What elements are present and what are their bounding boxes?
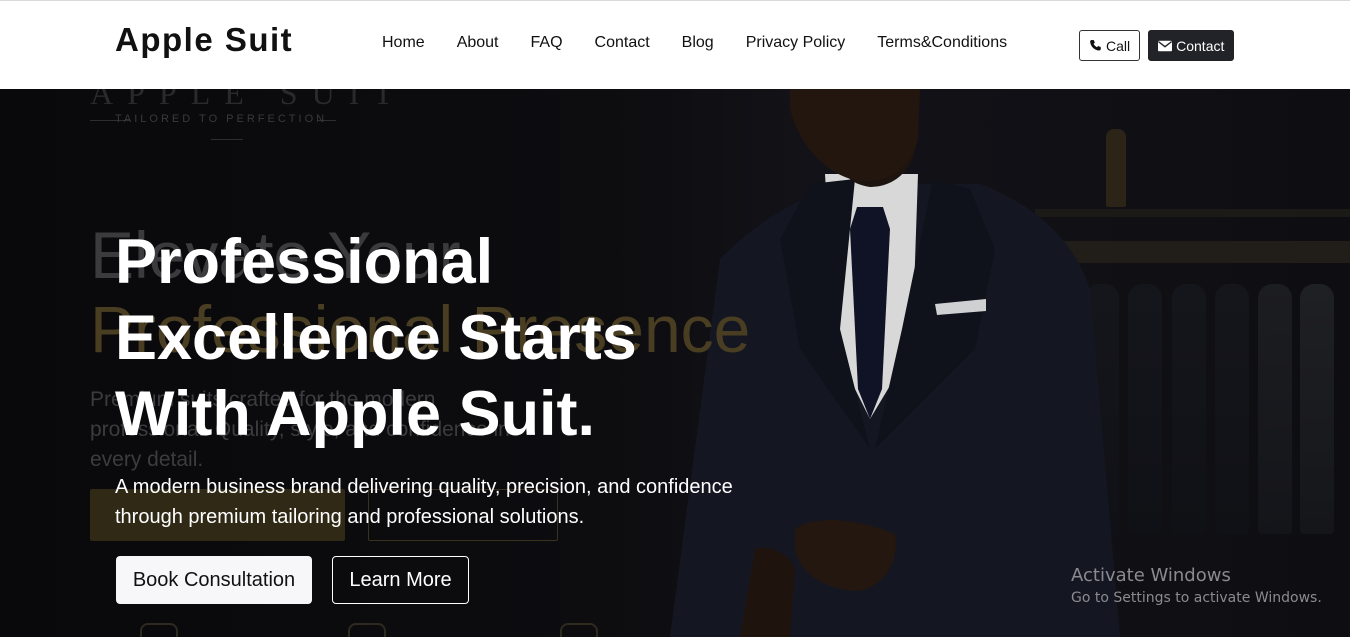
activate-windows-title: Activate Windows <box>1071 565 1231 586</box>
background-badge-icon <box>348 623 386 637</box>
hero-subtitle: A modern business brand delivering quali… <box>115 476 733 528</box>
nav-link-blog[interactable]: Blog <box>682 34 714 52</box>
ghost-divider <box>211 139 243 140</box>
contact-button-label: Contact <box>1176 37 1225 54</box>
call-button-label: Call <box>1106 37 1131 54</box>
nav-link-home[interactable]: Home <box>382 34 425 52</box>
call-button[interactable]: Call <box>1079 30 1141 61</box>
contact-button[interactable]: Contact <box>1148 30 1235 61</box>
main-nav: Home About FAQ Contact Blog Privacy Poli… <box>382 34 1039 52</box>
rack-suit <box>1300 284 1334 534</box>
nav-link-about[interactable]: About <box>457 34 499 52</box>
background-badge-icon <box>560 623 598 637</box>
hero-title: Professional Excellence Starts With Appl… <box>115 227 637 449</box>
learn-more-button[interactable]: Learn More <box>332 556 469 604</box>
background-badge-icon <box>140 623 178 637</box>
rack-suit <box>1258 284 1292 534</box>
book-consultation-button[interactable]: Book Consultation <box>116 556 312 604</box>
hero-section: APPLE SUIT TAILORED TO PERFECTION Elevat… <box>0 89 1350 637</box>
nav-link-terms[interactable]: Terms&Conditions <box>877 34 1007 52</box>
rack-suit <box>1215 284 1249 534</box>
rack-suit <box>1128 284 1162 534</box>
nav-link-privacy-policy[interactable]: Privacy Policy <box>746 34 846 52</box>
envelope-icon <box>1158 40 1173 52</box>
nav-link-contact[interactable]: Contact <box>595 34 650 52</box>
nav-actions: Call Contact <box>1079 30 1235 61</box>
activate-windows-subtitle: Go to Settings to activate Windows. <box>1071 590 1322 606</box>
background-tagline: TAILORED TO PERFECTION <box>115 113 328 125</box>
phone-icon <box>1089 39 1102 52</box>
nav-link-faq[interactable]: FAQ <box>531 34 563 52</box>
background-logo-text: APPLE SUIT <box>90 89 407 111</box>
top-navbar: Apple Suit Home About FAQ Contact Blog P… <box>0 0 1350 89</box>
brand-logo[interactable]: Apple Suit <box>115 21 293 59</box>
rack-suit <box>1172 284 1206 534</box>
